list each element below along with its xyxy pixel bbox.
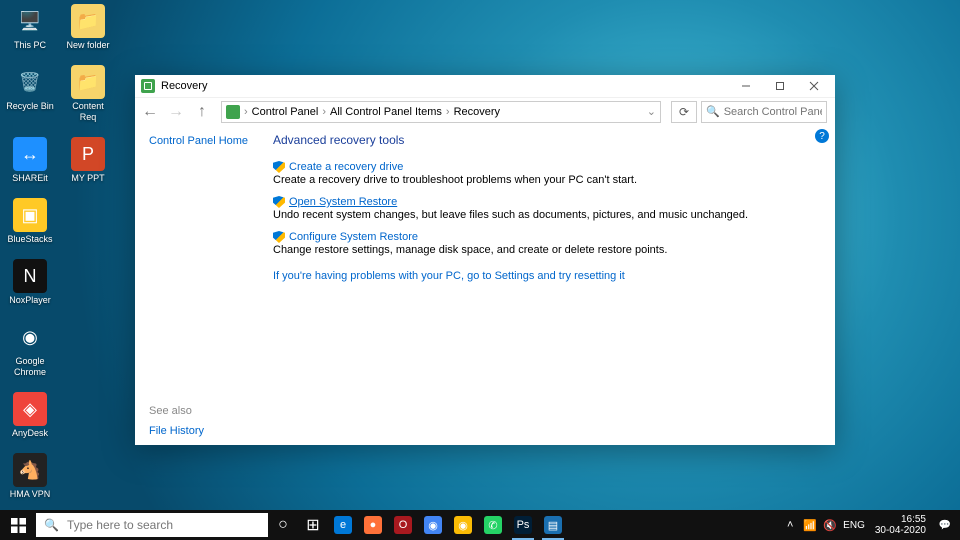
reset-settings-link[interactable]: If you're having problems with your PC, …	[273, 270, 817, 282]
recovery-tool-link[interactable]: Create a recovery drive	[289, 161, 403, 173]
control-panel-icon	[226, 105, 240, 119]
clock-date: 30-04-2020	[875, 525, 926, 536]
nav-forward-button[interactable]: →	[165, 101, 187, 123]
recovery-icon	[141, 79, 155, 93]
notifications-button[interactable]: 💬	[936, 510, 954, 540]
desktop-icon[interactable]: ↔SHAREit	[6, 137, 54, 184]
taskbar-app-firefox[interactable]: ●	[358, 510, 388, 540]
search-icon: 🔍	[706, 105, 720, 118]
taskbar-app-control-panel[interactable]: ▤	[538, 510, 568, 540]
desktop-icon[interactable]: 🖥️This PC	[6, 4, 54, 51]
taskbar-search-placeholder: Type here to search	[67, 518, 173, 532]
nav-up-button[interactable]: ↑	[191, 101, 213, 123]
recovery-tool-desc: Undo recent system changes, but leave fi…	[273, 209, 817, 221]
taskbar: 🔍 Type here to search ○ ⊞ e●O◉◉✆Ps▤ ˄ 📶 …	[0, 510, 960, 540]
windows-icon	[11, 518, 26, 533]
titlebar: Recovery	[135, 75, 835, 97]
recovery-tool-desc: Change restore settings, manage disk spa…	[273, 244, 817, 256]
close-button[interactable]	[797, 76, 831, 96]
shield-icon	[273, 196, 285, 208]
desktop-icon[interactable]: PMY PPT	[64, 137, 112, 184]
navbar: ← → ↑ › Control Panel › All Control Pane…	[135, 97, 835, 125]
taskbar-app-chromium[interactable]: ◉	[418, 510, 448, 540]
desktop-icon[interactable]: 🗑️Recycle Bin	[6, 65, 54, 123]
task-view-button[interactable]: ⊞	[298, 510, 328, 540]
tray-chevron-icon[interactable]: ˄	[783, 519, 797, 531]
taskbar-app-chrome[interactable]: ◉	[448, 510, 478, 540]
file-history-link[interactable]: File History	[149, 425, 267, 437]
desktop-icons: 🖥️This PC📁New folder🗑️Recycle Bin📁Conten…	[6, 4, 126, 500]
search-box[interactable]: 🔍	[701, 101, 827, 123]
desktop-icon[interactable]: ◉Google Chrome	[6, 320, 54, 378]
search-input[interactable]	[724, 106, 822, 118]
recovery-tool-link[interactable]: Configure System Restore	[289, 231, 418, 243]
breadcrumb-item[interactable]: Recovery	[454, 106, 500, 118]
taskbar-app-photoshop[interactable]: Ps	[508, 510, 538, 540]
maximize-button[interactable]	[763, 76, 797, 96]
breadcrumb-item[interactable]: Control Panel	[252, 106, 319, 118]
system-tray: ˄ 📶 🔇 ENG 16:55 30-04-2020 💬	[783, 510, 954, 540]
see-also-label: See also	[149, 405, 267, 417]
shield-icon	[273, 231, 285, 243]
window-title: Recovery	[161, 80, 207, 92]
sidebar: Control Panel Home See also File History	[135, 125, 267, 445]
volume-icon[interactable]: 🔇	[823, 519, 837, 532]
desktop-icon[interactable]: ◈AnyDesk	[6, 392, 54, 439]
desktop-icon[interactable]: ▣BlueStacks	[6, 198, 54, 245]
refresh-button[interactable]: ⟳	[671, 101, 697, 123]
taskbar-app-whatsapp[interactable]: ✆	[478, 510, 508, 540]
language-indicator[interactable]: ENG	[843, 520, 865, 531]
taskbar-app-opera[interactable]: O	[388, 510, 418, 540]
taskbar-app-edge[interactable]: e	[328, 510, 358, 540]
nav-back-button[interactable]: ←	[139, 101, 161, 123]
clock-time: 16:55	[901, 514, 926, 525]
desktop-icon[interactable]: 📁Content Req	[64, 65, 112, 123]
start-button[interactable]	[0, 510, 36, 540]
control-panel-home-link[interactable]: Control Panel Home	[149, 135, 267, 147]
control-panel-window: Recovery ← → ↑ › Control Panel › All Con…	[135, 75, 835, 445]
recovery-tool-link[interactable]: Open System Restore	[289, 196, 397, 208]
main-panel: ? Advanced recovery tools Create a recov…	[267, 125, 835, 445]
search-icon: 🔍	[44, 518, 59, 532]
desktop-icon[interactable]: 🐴HMA VPN	[6, 453, 54, 500]
recovery-tool-desc: Create a recovery drive to troubleshoot …	[273, 174, 817, 186]
page-heading: Advanced recovery tools	[273, 133, 817, 147]
desktop-icon[interactable]: NNoxPlayer	[6, 259, 54, 306]
breadcrumb[interactable]: › Control Panel › All Control Panel Item…	[221, 101, 661, 123]
help-icon[interactable]: ?	[815, 129, 829, 143]
minimize-button[interactable]	[729, 76, 763, 96]
cortana-button[interactable]: ○	[268, 510, 298, 540]
taskbar-search[interactable]: 🔍 Type here to search	[36, 513, 268, 537]
shield-icon	[273, 161, 285, 173]
breadcrumb-item[interactable]: All Control Panel Items	[330, 106, 442, 118]
wifi-icon[interactable]: 📶	[803, 519, 817, 532]
clock[interactable]: 16:55 30-04-2020	[875, 514, 926, 536]
desktop-icon[interactable]: 📁New folder	[64, 4, 112, 51]
